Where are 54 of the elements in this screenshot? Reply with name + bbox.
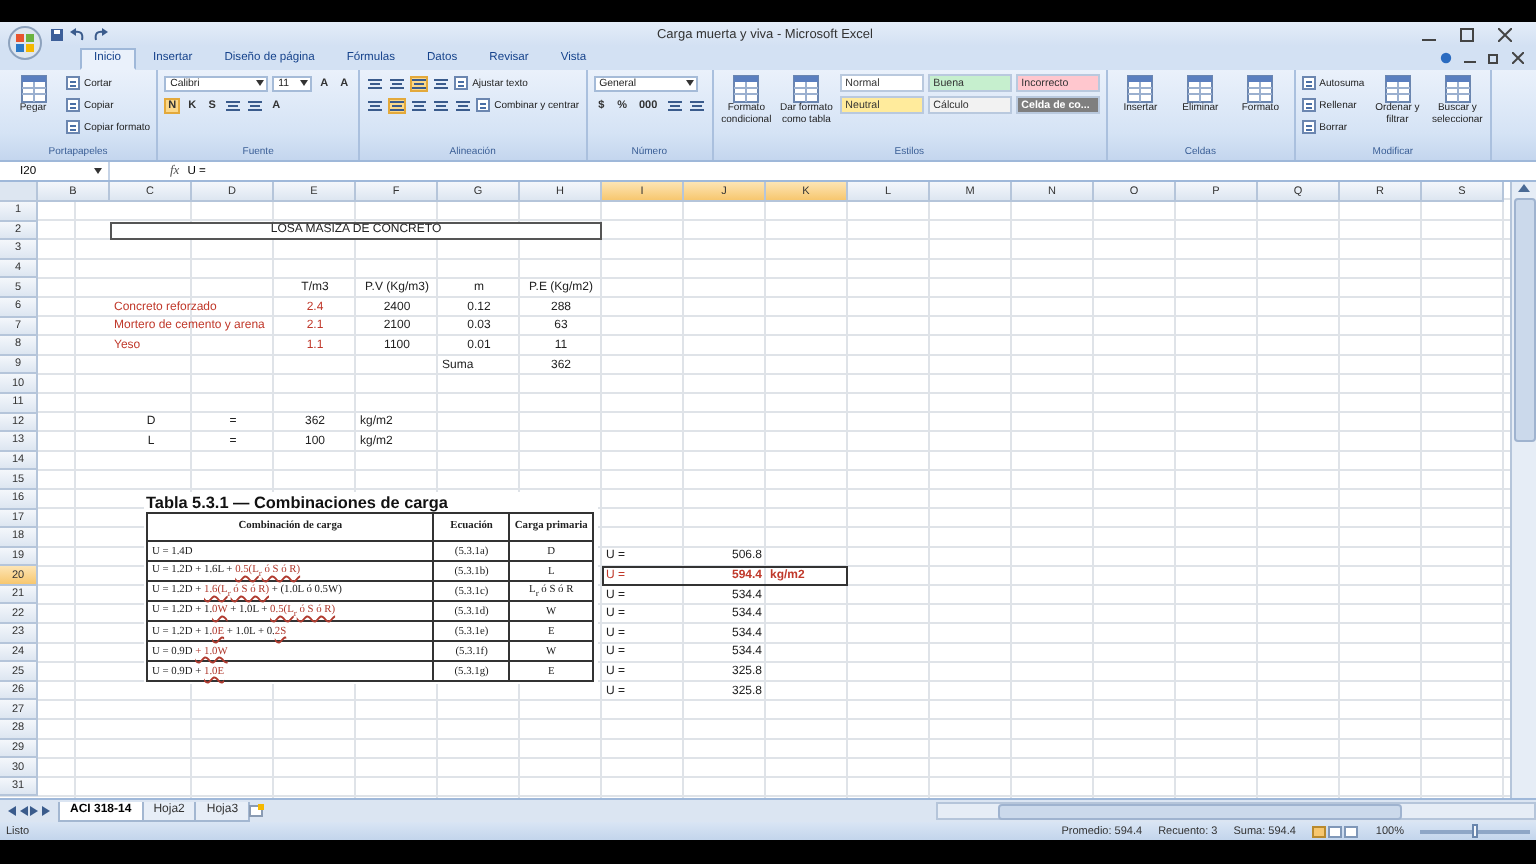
toolbar-button[interactable]	[366, 97, 385, 113]
lines-icon	[390, 99, 405, 111]
restore-icon	[1488, 52, 1500, 64]
lines-icon	[368, 99, 383, 111]
slider-thumb[interactable]	[1471, 823, 1477, 837]
square-icon	[1301, 76, 1316, 90]
toolbar-button[interactable]	[687, 97, 706, 113]
help-icon	[1440, 52, 1452, 64]
save-icon	[50, 27, 64, 41]
lines-icon	[390, 77, 405, 89]
lines-icon	[667, 99, 682, 111]
maximize-icon	[1460, 27, 1474, 41]
caret-icon	[685, 80, 694, 86]
square-icon	[454, 76, 469, 90]
caret-icon	[256, 80, 265, 86]
toolbar-button[interactable]	[410, 97, 429, 113]
toolbar-button[interactable]	[432, 75, 451, 91]
lines-icon	[412, 99, 427, 111]
square-icon	[476, 98, 491, 112]
square-icon	[66, 98, 80, 112]
lines-icon	[434, 99, 449, 111]
lines-icon	[434, 77, 449, 89]
scroll-thumb[interactable]	[998, 803, 1402, 819]
square-icon	[1301, 98, 1316, 112]
toolbar-button[interactable]	[246, 97, 265, 113]
lines-icon	[248, 99, 263, 111]
toolbar-button[interactable]	[432, 97, 451, 113]
toolbar-button[interactable]	[366, 75, 385, 91]
close-icon	[1498, 27, 1512, 41]
toolbar-button[interactable]	[410, 75, 429, 91]
new-sheet-icon	[248, 804, 267, 818]
redo-icon	[92, 27, 108, 41]
up-arrow-icon	[1518, 182, 1530, 192]
vertical-scrollbar[interactable]	[1510, 182, 1536, 798]
toolbar-button[interactable]	[454, 97, 473, 113]
close-icon	[1512, 52, 1524, 64]
square-icon	[66, 120, 80, 134]
lines-icon	[368, 77, 383, 89]
square-icon	[1301, 120, 1316, 134]
lines-icon	[412, 77, 427, 89]
horizontal-scrollbar[interactable]	[936, 802, 1536, 820]
table-title: Tabla 5.3.1 — Combinaciones de carga	[146, 494, 450, 512]
toolbar-button[interactable]	[224, 97, 243, 113]
toolbar-button[interactable]	[388, 97, 407, 113]
caret-icon	[94, 168, 102, 174]
lines-icon	[456, 99, 471, 111]
undo-icon	[70, 27, 86, 41]
lines-icon	[689, 99, 704, 111]
caret-icon	[300, 80, 309, 86]
scroll-thumb[interactable]	[1513, 198, 1535, 442]
toolbar-button[interactable]	[388, 75, 407, 91]
toolbar-button[interactable]	[665, 97, 684, 113]
square-icon	[66, 76, 80, 90]
lines-icon	[226, 99, 241, 111]
